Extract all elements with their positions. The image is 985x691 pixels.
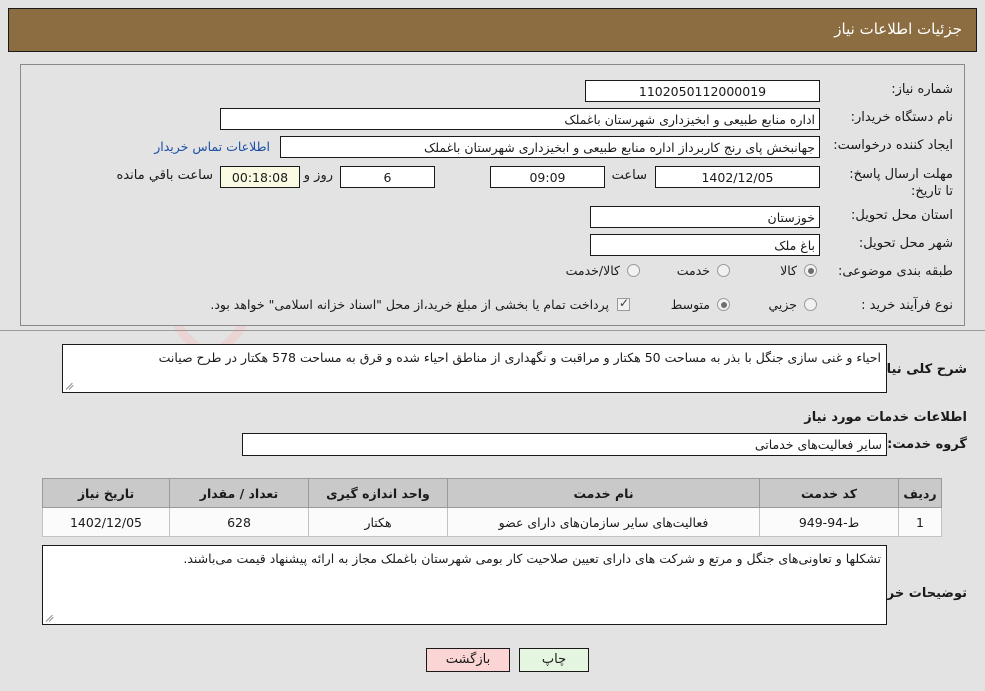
radio-label-purchase-0: جزیي — [768, 297, 797, 312]
need-number-field[interactable]: 1102050112000019 — [585, 80, 820, 102]
cell-unit: هکتار — [308, 507, 448, 537]
label-need-number: شماره نیاز: — [891, 82, 953, 97]
service-group-field[interactable]: سایر فعالیت‌های خدماتی — [242, 433, 887, 456]
time-left-countdown: 00:18:08 — [220, 166, 300, 188]
cell-row-no: 1 — [898, 507, 942, 537]
deadline-date-field[interactable]: 1402/12/05 — [655, 166, 820, 188]
page-header-bar: جزئیات اطلاعات نیاز — [8, 8, 977, 52]
label-hour: ساعت — [611, 168, 647, 183]
deadline-time-field[interactable]: 09:09 — [490, 166, 605, 188]
resize-grip-icon-2[interactable] — [45, 613, 55, 623]
delivery-province-field[interactable]: خوزستان — [590, 206, 820, 228]
col-unit: واحد اندازه گیری — [308, 478, 448, 508]
label-requester: ایجاد کننده درخواست: — [833, 138, 953, 153]
cell-need-date: 1402/12/05 — [42, 507, 170, 537]
treasury-bonds-label: پرداخت تمام یا بخشی از مبلغ خرید،از محل … — [210, 297, 609, 312]
label-subject-category: طبقه بندی موضوعی: — [837, 264, 953, 279]
radio-label-purchase-1: متوسط — [670, 297, 710, 312]
radio-purchase-motavasset[interactable] — [717, 298, 730, 311]
label-buyer-org: نام دستگاه خریدار: — [850, 110, 953, 125]
print-button[interactable]: چاپ — [519, 648, 589, 672]
table-row: 1 ط-94-949 فعالیت‌های سایر سازمان‌های دا… — [42, 507, 942, 537]
days-left-field[interactable]: 6 — [340, 166, 435, 188]
col-row-no: ردیف — [898, 478, 942, 508]
col-service-name: نام خدمت — [447, 478, 760, 508]
label-remaining: ساعت باقي مانده — [116, 168, 213, 183]
radio-category-khedmat[interactable] — [717, 264, 730, 277]
treasury-bonds-checkbox[interactable] — [617, 296, 630, 311]
col-quantity: تعداد / مقدار — [169, 478, 309, 508]
buyer-notes-textarea[interactable]: تشکلها و تعاونی‌های جنگل و مرتع و شرکت ه… — [42, 545, 887, 625]
label-delivery-province: استان محل تحویل: — [851, 208, 953, 223]
services-table: ردیف کد خدمت نام خدمت واحد اندازه گیری ت… — [42, 478, 942, 537]
need-details-page: AriaTender.net جزئیات اطلاعات نیاز شماره… — [0, 0, 985, 691]
table-header-row: ردیف کد خدمت نام خدمت واحد اندازه گیری ت… — [42, 478, 942, 508]
label-delivery-city: شهر محل تحویل: — [858, 236, 953, 251]
buyer-contact-link[interactable]: اطلاعات تماس خریدار — [154, 139, 270, 154]
page-title: جزئیات اطلاعات نیاز — [834, 20, 962, 38]
services-section-heading: اطلاعات خدمات مورد نیاز — [804, 410, 967, 425]
label-need-summary: شرح کلی نیاز: — [873, 362, 967, 377]
cell-quantity: 628 — [169, 507, 309, 537]
radio-label-category-0: کالا — [780, 263, 797, 278]
label-day-and: روز و — [303, 168, 333, 183]
label-purchase-type: نوع فرآیند خرید : — [861, 298, 953, 313]
radio-category-kala-khedmat[interactable] — [627, 264, 640, 277]
label-service-group: گروه خدمت: — [887, 437, 967, 452]
radio-category-kala[interactable] — [804, 264, 817, 277]
label-response-deadline: مهلت ارسال پاسخ: تا تاریخ: — [849, 167, 953, 199]
radio-label-category-1: خدمت — [676, 263, 710, 278]
need-summary-textarea[interactable]: احیاء و غنی سازی جنگل با بذر به مساحت 50… — [62, 344, 887, 393]
col-need-date: تاریخ نیاز — [42, 478, 170, 508]
buyer-org-field[interactable]: اداره منابع طبیعی و ابخیزداری شهرستان با… — [220, 108, 820, 130]
buyer-notes-text: تشکلها و تعاونی‌های جنگل و مرتع و شرکت ه… — [183, 551, 881, 566]
requester-field[interactable]: جهانبخش پای رنج کاربرداز اداره منابع طبی… — [280, 136, 820, 158]
back-button[interactable]: بازگشت — [426, 648, 510, 672]
divider-after-need-info — [0, 330, 985, 331]
resize-grip-icon[interactable] — [65, 381, 75, 391]
col-service-code: کد خدمت — [759, 478, 899, 508]
radio-purchase-jozee[interactable] — [804, 298, 817, 311]
need-info-panel — [20, 64, 965, 326]
cell-service-name: فعالیت‌های سایر سازمان‌های دارای عضو — [447, 507, 760, 537]
radio-label-category-2: کالا/خدمت — [565, 263, 620, 278]
cell-service-code: ط-94-949 — [759, 507, 899, 537]
need-summary-text: احیاء و غنی سازی جنگل با بذر به مساحت 50… — [158, 350, 881, 365]
delivery-city-field[interactable]: باغ ملک — [590, 234, 820, 256]
